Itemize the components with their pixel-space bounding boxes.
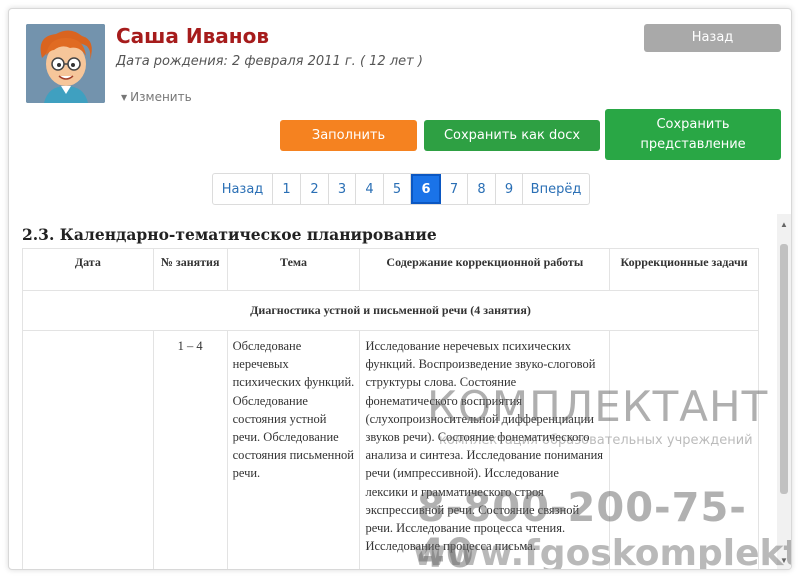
table-group-row: Диагностика устной и письменной речи (4 … [22,290,759,331]
section-title: 2.3. Календарно-тематическое планировани… [22,225,437,244]
cell-date [22,330,154,569]
avatar-illustration [26,24,105,103]
scroll-up-icon[interactable]: ▲ [780,220,788,229]
profile-dob: Дата рождения: 2 февраля 2011 г. ( 12 ле… [116,54,423,69]
header-topic: Тема [226,248,361,291]
cell-lesson-no: 1 – 4 [152,330,228,569]
pagination-page-6-active[interactable]: 6 [411,174,441,204]
save-docx-button[interactable]: Сохранить как docx [424,120,600,151]
pagination-page-2[interactable]: 2 [301,174,329,204]
caret-down-icon: ▼ [121,93,128,102]
fill-button[interactable]: Заполнить [280,120,417,151]
table-row: 1 – 4 Обследоване неречевых психических … [22,330,759,569]
pagination-next[interactable]: Вперёд [523,174,589,204]
scrollbar-thumb[interactable] [780,244,788,494]
pagination-page-9[interactable]: 9 [496,174,523,204]
pagination-prev[interactable]: Назад [213,174,273,204]
back-button[interactable]: Назад [644,24,781,52]
pagination: Назад 1 2 3 4 5 6 7 8 9 Вперёд [212,173,590,205]
avatar [26,24,105,103]
header-content: Содержание коррекционной работы [359,248,611,291]
pagination-page-1[interactable]: 1 [273,174,301,204]
header-lesson-no: № занятия [152,248,228,291]
pagination-page-3[interactable]: 3 [329,174,356,204]
save-view-button[interactable]: Сохранить представление [605,109,781,160]
header-tasks: Коррекционные задачи [609,248,759,291]
cell-topic: Обследоване неречевых психических функци… [226,330,361,569]
profile-name: Саша Иванов [116,24,269,48]
scroll-down-icon[interactable]: ▼ [780,556,788,565]
pagination-page-8[interactable]: 8 [468,174,496,204]
pagination-page-7[interactable]: 7 [441,174,468,204]
pagination-page-5[interactable]: 5 [384,174,411,204]
document-content: 2.3. Календарно-тематическое планировани… [9,214,779,569]
header-date: Дата [22,248,154,291]
pagination-page-4[interactable]: 4 [356,174,384,204]
planning-table: Дата № занятия Тема Содержание коррекцио… [22,248,759,569]
app-window: Саша Иванов Дата рождения: 2 февраля 201… [8,8,792,570]
edit-label: Изменить [130,90,192,104]
edit-profile-link[interactable]: ▼ Изменить [121,90,192,104]
table-header-row: Дата № занятия Тема Содержание коррекцио… [22,248,759,291]
cell-tasks [609,330,759,569]
group-title: Диагностика устной и письменной речи (4 … [22,290,759,331]
vertical-scrollbar[interactable]: ▲ ▼ [777,214,791,569]
cell-content: Исследование неречевых психических функц… [359,330,611,569]
